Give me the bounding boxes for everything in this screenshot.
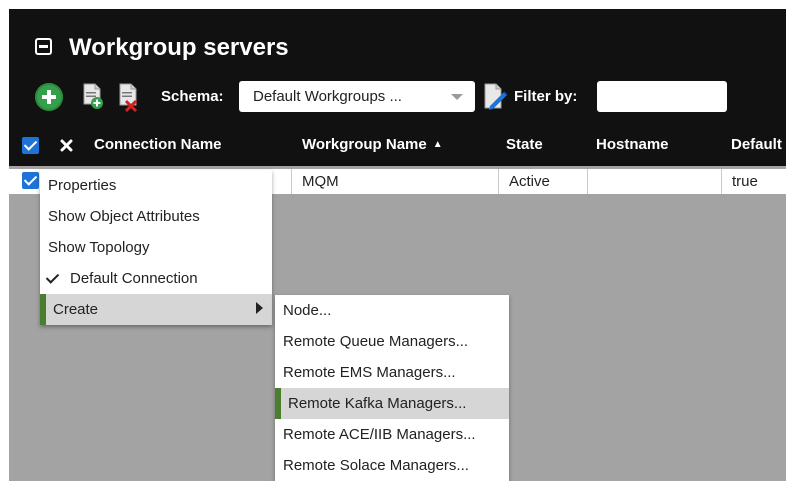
panel-title: Workgroup servers <box>69 34 289 61</box>
workgroup-servers-panel: Workgroup servers Schema: Default Workgr… <box>9 9 786 481</box>
collapse-icon[interactable] <box>35 38 52 55</box>
menu-item-label: Node... <box>283 302 332 319</box>
menu-item-label: Remote Queue Managers... <box>283 333 469 350</box>
menu-item-label: Create <box>53 301 99 318</box>
hostname-cell <box>588 169 722 194</box>
checkmark-icon <box>45 270 60 284</box>
menu-item-show-topology[interactable]: Show Topology <box>40 232 272 263</box>
menu-item-label: Remote ACE/IIB Managers... <box>283 426 476 443</box>
submenu-item-remote-queue-managers[interactable]: Remote Queue Managers... <box>275 326 509 357</box>
menu-item-label: Default Connection <box>70 270 198 287</box>
submenu-item-remote-solace-managers[interactable]: Remote Solace Managers... <box>275 450 509 481</box>
filter-icon[interactable] <box>482 82 510 112</box>
menu-item-label: Properties <box>48 177 117 194</box>
column-header-hostname[interactable]: Hostname <box>596 136 669 153</box>
schema-dropdown[interactable]: Default Workgroups ... <box>239 81 475 112</box>
column-header-workgroup-name-label: Workgroup Name <box>302 136 427 153</box>
menu-item-label: Remote Kafka Managers... <box>288 395 467 412</box>
filter-label: Filter by: <box>514 88 578 105</box>
schema-label: Schema: <box>161 88 224 105</box>
filter-input[interactable] <box>597 81 727 112</box>
menu-item-properties[interactable]: Properties <box>40 170 272 201</box>
menu-highlight-accent <box>275 388 281 419</box>
menu-highlight-accent <box>40 294 46 325</box>
create-submenu: Node... Remote Queue Managers... Remote … <box>275 295 509 481</box>
menu-item-create[interactable]: Create <box>40 294 272 325</box>
workgroup-name-cell: MQM <box>292 169 499 194</box>
chevron-right-icon <box>256 302 263 314</box>
column-header-default[interactable]: Default <box>731 136 782 153</box>
default-cell: true <box>722 169 786 194</box>
state-cell: Active <box>499 169 588 194</box>
context-menu: Properties Show Object Attributes Show T… <box>40 170 272 325</box>
panel-header: Workgroup servers <box>9 9 786 71</box>
column-header-connection-name[interactable]: Connection Name <box>94 136 222 153</box>
submenu-item-remote-kafka-managers[interactable]: Remote Kafka Managers... <box>275 388 509 419</box>
add-document-icon[interactable] <box>82 82 104 110</box>
submenu-item-remote-ems-managers[interactable]: Remote EMS Managers... <box>275 357 509 388</box>
add-icon[interactable] <box>35 83 63 111</box>
menu-item-label: Remote Solace Managers... <box>283 457 469 474</box>
submenu-item-node[interactable]: Node... <box>275 295 509 326</box>
menu-item-default-connection[interactable]: Default Connection <box>40 263 272 294</box>
submenu-item-remote-ace-iib-managers[interactable]: Remote ACE/IIB Managers... <box>275 419 509 450</box>
menu-item-label: Show Object Attributes <box>48 208 200 225</box>
sort-ascending-icon: ▲ <box>432 139 443 150</box>
menu-item-label: Remote EMS Managers... <box>283 364 456 381</box>
schema-selected-value: Default Workgroups ... <box>253 88 402 105</box>
column-header-workgroup-name[interactable]: Workgroup Name ▲ <box>302 136 443 153</box>
table-header: Connection Name Workgroup Name ▲ State Ho… <box>9 132 786 158</box>
menu-item-show-object-attributes[interactable]: Show Object Attributes <box>40 201 272 232</box>
close-icon[interactable] <box>60 139 73 152</box>
column-header-state[interactable]: State <box>506 136 543 153</box>
row-checkbox[interactable] <box>22 172 39 189</box>
delete-document-icon[interactable] <box>117 82 141 112</box>
chevron-down-icon <box>451 94 463 100</box>
select-all-checkbox[interactable] <box>22 137 39 154</box>
menu-item-label: Show Topology <box>48 239 150 256</box>
